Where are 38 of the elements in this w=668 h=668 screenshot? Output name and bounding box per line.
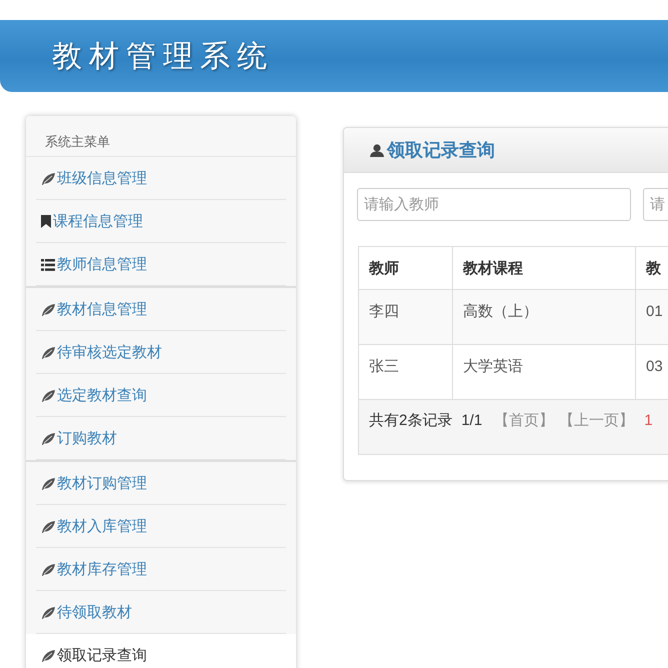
sidebar-item[interactable]: 班级信息管理 — [26, 157, 296, 200]
sidebar-item[interactable]: 教材入库管理 — [26, 505, 296, 548]
sidebar-item[interactable]: 教材信息管理 — [26, 288, 296, 331]
sidebar-item[interactable]: 订购教材 — [26, 417, 296, 460]
leaf-icon — [41, 432, 55, 444]
sidebar-item[interactable]: 待领取教材 — [26, 591, 296, 634]
page-indicator: 1/1 — [461, 412, 482, 429]
sidebar-item[interactable]: 领取记录查询 — [26, 634, 296, 668]
leaf-icon — [41, 520, 55, 532]
record-count: 共有2条记录 — [369, 412, 452, 429]
page-number-link[interactable]: 1 — [644, 412, 653, 429]
sidebar-item[interactable]: 教师信息管理 — [26, 243, 296, 286]
leaf-icon — [41, 390, 55, 402]
search-field[interactable]: 请 — [643, 188, 668, 221]
leaf-icon — [41, 346, 55, 358]
sidebar-item[interactable]: 课程信息管理 — [26, 200, 296, 243]
table-cell: 高数（上） — [452, 290, 636, 344]
leaf-icon — [41, 564, 55, 576]
panel-title: 领取记录查询 — [387, 139, 495, 162]
table-cell: 01 — [636, 290, 668, 344]
column-header: 教师 — [358, 246, 452, 290]
search-field[interactable]: 请输入教师 — [357, 188, 631, 221]
table-cell: 李四 — [358, 290, 452, 344]
leaf-icon — [41, 606, 55, 618]
bookmark-icon — [41, 215, 51, 228]
menu-heading: 系统主菜单 — [44, 133, 111, 151]
leaf-icon — [41, 650, 55, 662]
leaf-icon — [41, 478, 55, 490]
person-icon — [370, 144, 384, 156]
leaf-icon — [41, 172, 55, 184]
list-icon — [41, 258, 55, 270]
sidebar-item[interactable]: 教材订购管理 — [26, 462, 296, 505]
sidebar-item[interactable]: 教材库存管理 — [26, 548, 296, 591]
sidebar-item[interactable]: 选定教材查询 — [26, 374, 296, 417]
app-title: 教材管理系统 — [52, 38, 274, 76]
column-header: 教材课程 — [452, 246, 636, 290]
leaf-icon — [41, 304, 55, 316]
sidebar-item[interactable]: 待审核选定教材 — [26, 331, 296, 374]
